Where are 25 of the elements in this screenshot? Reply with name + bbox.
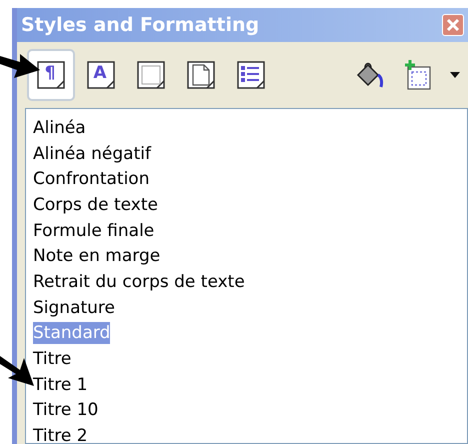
character-style-icon: A	[85, 59, 117, 91]
style-list-item[interactable]: Alinéa négatif	[33, 142, 151, 165]
list-style-icon	[235, 59, 267, 91]
style-family-tab[interactable]: ¶	[27, 49, 75, 101]
frame-style-icon	[135, 59, 167, 91]
paint-bucket-icon	[355, 60, 385, 90]
style-list-item[interactable]: Confrontation	[33, 168, 150, 190]
style-list-item[interactable]: Alinéa	[33, 116, 86, 139]
style-list-item[interactable]: Note en marge	[33, 245, 160, 268]
close-button[interactable]	[442, 14, 464, 36]
pointer-arrow	[0, 52, 40, 80]
style-family-tab[interactable]: A	[77, 49, 125, 101]
style-list-item[interactable]: Formule finale	[33, 220, 154, 242]
style-list-item[interactable]: Signature	[33, 296, 116, 319]
style-list-item[interactable]: Titre 1	[33, 374, 88, 396]
caret-icon	[450, 72, 460, 78]
page-style-icon	[185, 59, 217, 91]
paragraph-style-icon: ¶	[35, 59, 67, 91]
style-list-item[interactable]: Titre 2	[33, 425, 88, 443]
style-list-item[interactable]: Retrait du corps de texte	[33, 270, 245, 293]
style-list-item[interactable]: Corps de texte	[33, 194, 158, 216]
window-title: Styles and Formatting	[21, 12, 260, 38]
style-list-item[interactable]: Titre	[33, 348, 72, 370]
close-icon	[446, 18, 460, 32]
style-list-item[interactable]: Titre 10	[33, 399, 98, 422]
